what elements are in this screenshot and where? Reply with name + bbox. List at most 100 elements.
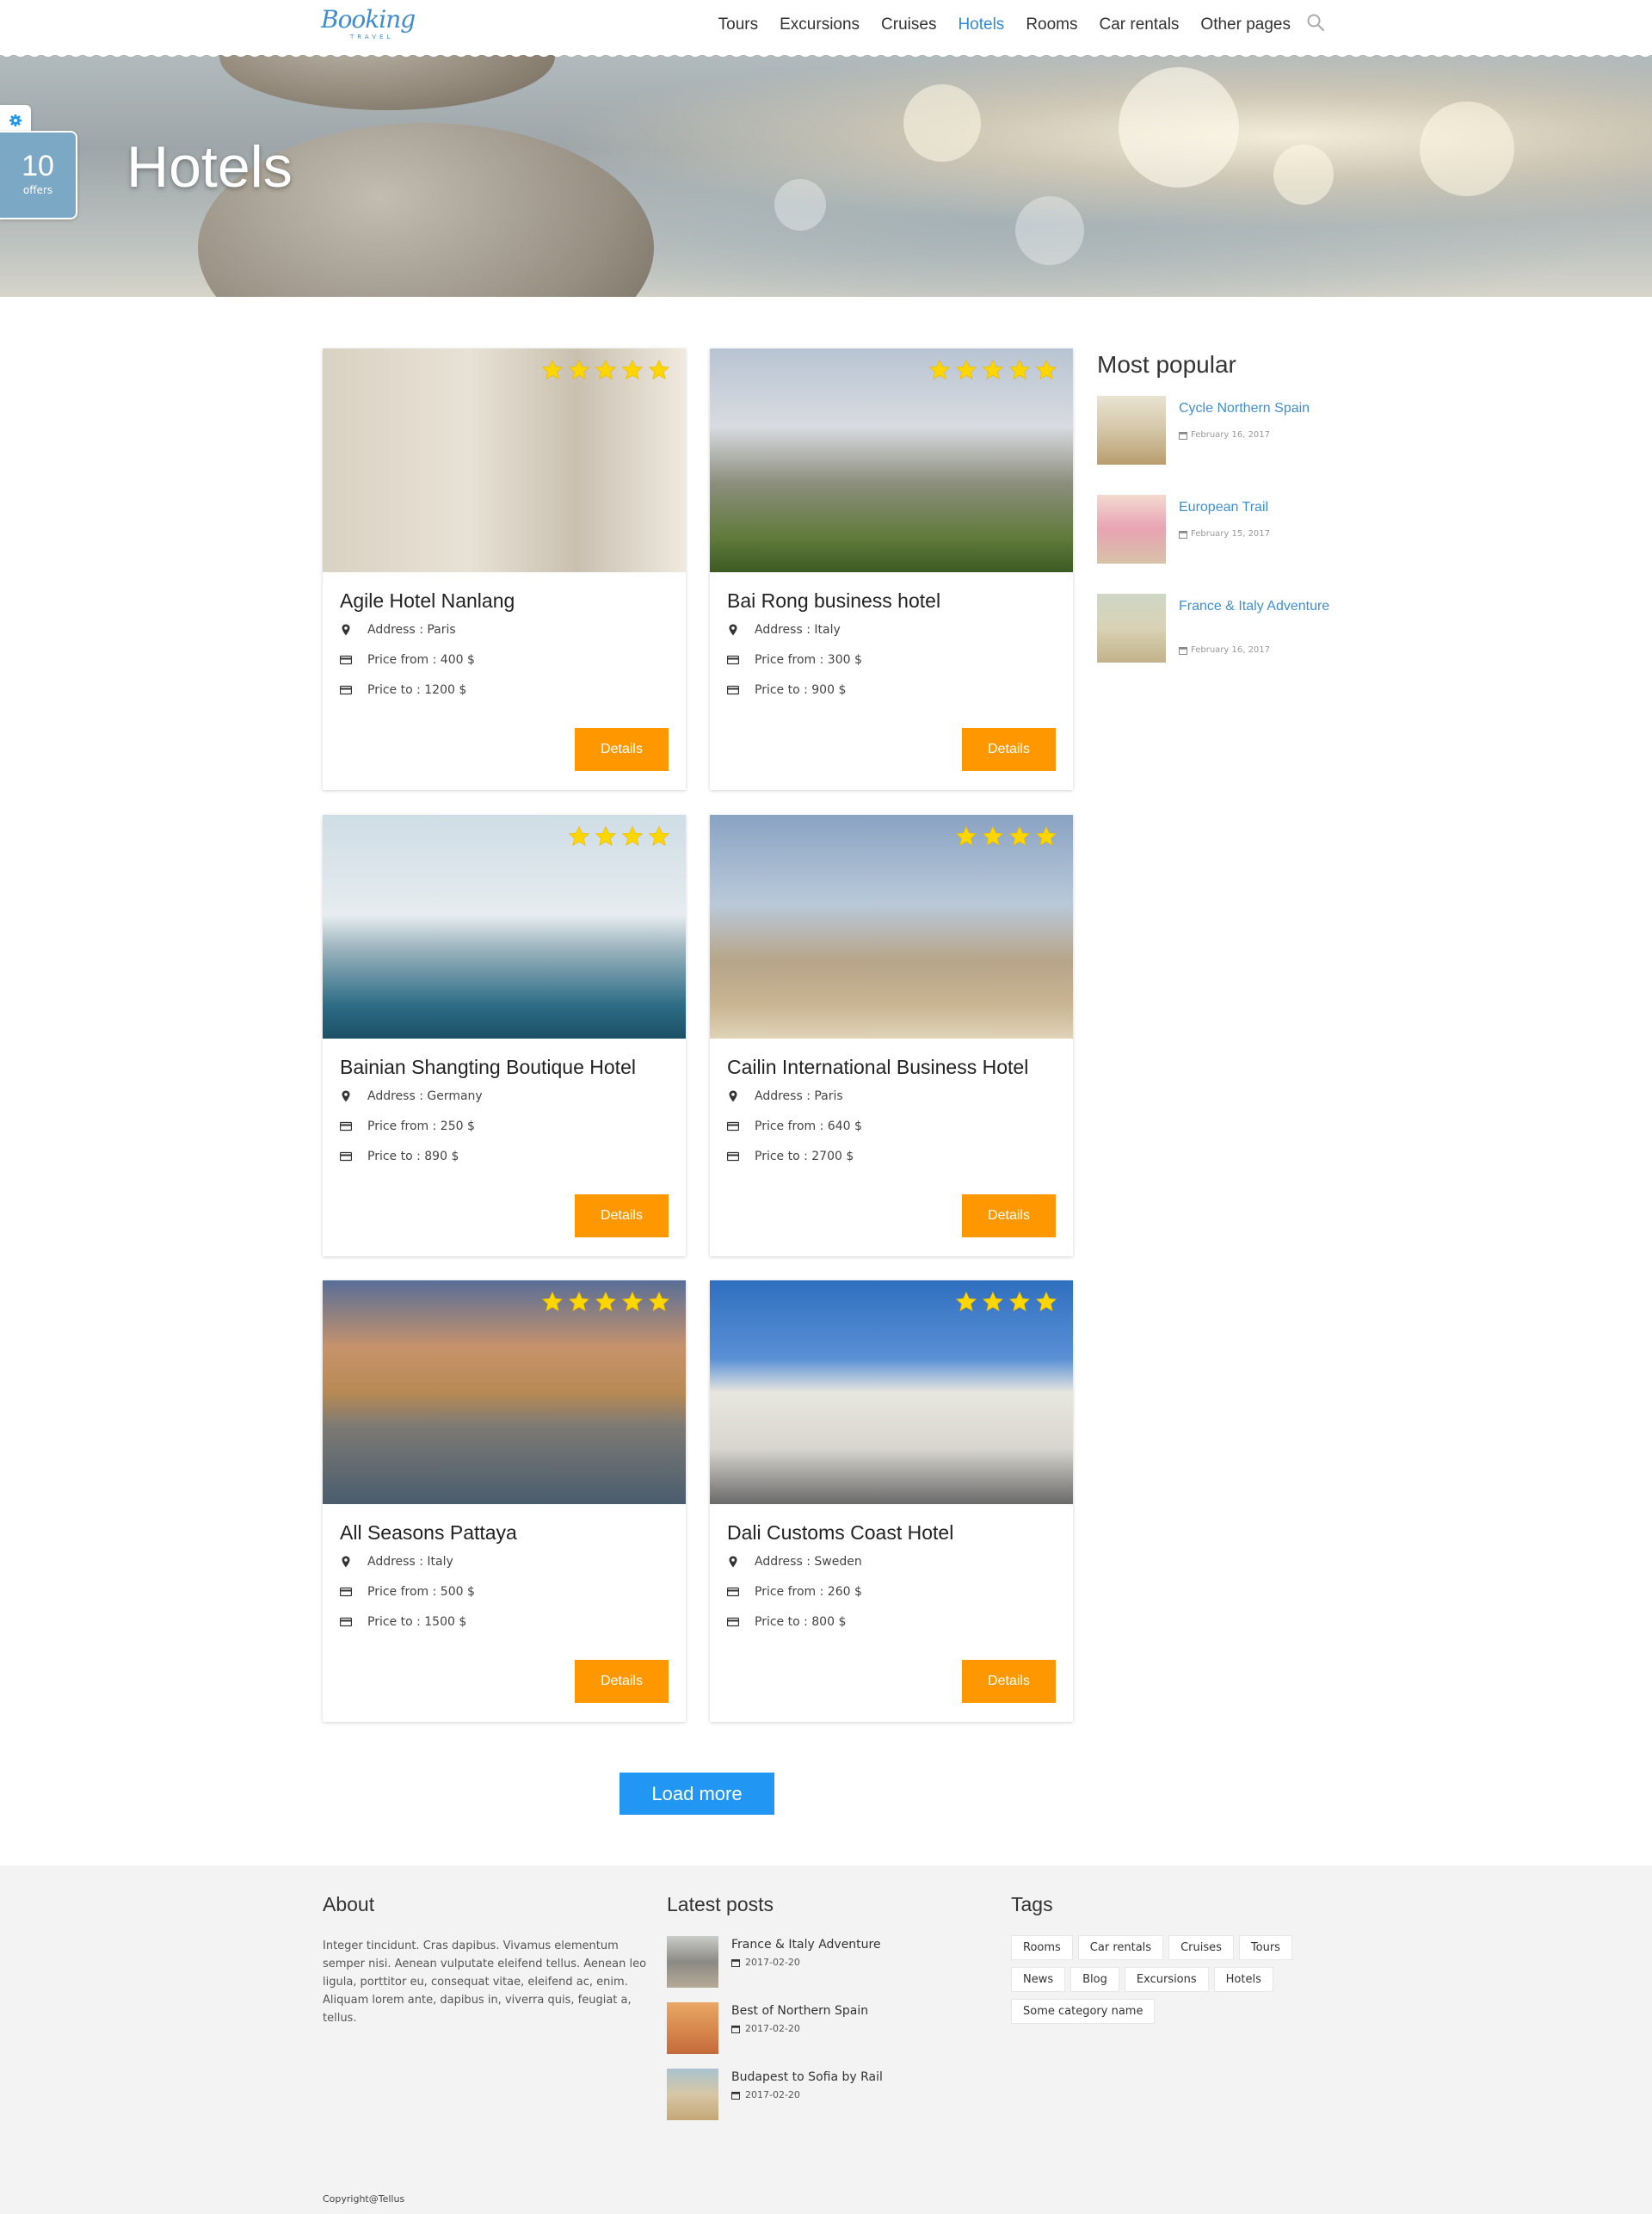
hotel-name[interactable]: Agile Hotel Nanlang	[340, 589, 515, 613]
hotel-price-to: Price to : 800 $	[755, 1615, 847, 1629]
post-title[interactable]: Best of Northern Spain	[731, 2004, 868, 2018]
hotel-price-from: Price from : 500 $	[367, 1585, 475, 1599]
details-button[interactable]: Details	[962, 1660, 1056, 1703]
credit-card-icon	[727, 1617, 739, 1627]
star-icon	[1035, 1291, 1057, 1311]
details-button[interactable]: Details	[962, 728, 1056, 771]
star-rating	[928, 359, 1057, 381]
nav-other-pages[interactable]: Other pages	[1200, 15, 1291, 34]
hotel-address: Address : Italy	[367, 1555, 453, 1569]
popular-date-text: February 15, 2017	[1191, 529, 1271, 539]
credit-card-icon	[727, 685, 739, 695]
popular-thumbnail[interactable]	[1097, 396, 1166, 465]
post-title[interactable]: Budapest to Sofia by Rail	[731, 2070, 883, 2084]
hotel-image[interactable]	[710, 815, 1073, 1039]
nav-cruises[interactable]: Cruises	[881, 15, 936, 34]
credit-card-icon	[340, 655, 352, 665]
details-button[interactable]: Details	[575, 1660, 669, 1703]
hotel-name[interactable]: All Seasons Pattaya	[340, 1521, 517, 1545]
calendar-icon	[1179, 530, 1187, 539]
offers-count: 10	[22, 150, 54, 182]
map-marker-icon	[342, 1556, 350, 1568]
nav-hotels[interactable]: Hotels	[958, 15, 1004, 34]
popular-item: Cycle Northern Spain February 16, 2017	[1097, 396, 1355, 465]
credit-card-icon	[340, 1587, 352, 1597]
post-thumbnail[interactable]	[667, 2069, 718, 2120]
hotel-name[interactable]: Bainian Shangting Boutique Hotel	[340, 1056, 636, 1079]
credit-card-icon	[727, 655, 739, 665]
tag-link[interactable]: Car rentals	[1077, 1935, 1164, 1960]
post-title[interactable]: France & Italy Adventure	[731, 1938, 881, 1952]
hotel-price-from-row: Price from : 250 $	[340, 1119, 475, 1133]
star-icon	[982, 1291, 1004, 1311]
page-title: Hotels	[126, 134, 293, 200]
credit-card-icon	[727, 1121, 739, 1132]
post-thumbnail[interactable]	[667, 1936, 718, 1988]
tag-link[interactable]: Hotels	[1213, 1967, 1273, 1992]
star-icon	[1035, 359, 1057, 379]
load-more-button[interactable]: Load more	[620, 1773, 774, 1815]
popular-thumbnail[interactable]	[1097, 594, 1166, 663]
tag-link[interactable]: Tours	[1238, 1935, 1292, 1960]
tag-link[interactable]: Cruises	[1168, 1935, 1234, 1960]
tag-link[interactable]: Rooms	[1011, 1935, 1073, 1960]
hotel-card: Agile Hotel Nanlang Address : Paris Price …	[323, 348, 686, 790]
hotel-name[interactable]: Bai Rong business hotel	[727, 589, 940, 613]
copyright: Copyright@Tellus	[323, 2193, 405, 2205]
hotel-image[interactable]	[323, 348, 686, 572]
hotel-price-to-row: Price to : 900 $	[727, 683, 846, 697]
hotel-image[interactable]	[710, 348, 1073, 572]
latest-post-item: Budapest to Sofia by Rail 2017-02-20	[667, 2069, 908, 2120]
hotel-address: Address : Italy	[755, 623, 841, 637]
hotel-price-from: Price from : 250 $	[367, 1119, 475, 1133]
tag-link[interactable]: News	[1011, 1967, 1066, 1992]
hotel-name[interactable]: Cailin International Business Hotel	[727, 1056, 1028, 1079]
hotel-image[interactable]	[710, 1280, 1073, 1504]
post-thumbnail[interactable]	[667, 2002, 718, 2054]
site-logo[interactable]: Booking TRAVEL	[321, 5, 416, 43]
popular-title[interactable]: European Trail	[1179, 496, 1342, 518]
star-icon	[982, 825, 1004, 846]
offers-badge[interactable]: 10 offers	[0, 131, 77, 219]
star-icon	[648, 825, 670, 846]
hotel-card: Bai Rong business hotel Address : Italy Pr…	[710, 348, 1073, 790]
site-header: Booking TRAVEL Tours Excursions Cruises …	[0, 0, 1652, 55]
about-text: Integer tincidunt. Cras dapibus. Vivamus…	[323, 1940, 647, 2025]
latest-post-item: Best of Northern Spain 2017-02-20	[667, 2002, 908, 2054]
hotel-price-from: Price from : 400 $	[367, 653, 475, 667]
hotel-image[interactable]	[323, 1280, 686, 1504]
hotel-address-row: Address : Germany	[340, 1089, 483, 1103]
popular-thumbnail[interactable]	[1097, 495, 1166, 564]
tag-link[interactable]: Blog	[1070, 1967, 1119, 1992]
tag-link[interactable]: Some category name	[1011, 1999, 1156, 2024]
hotel-name[interactable]: Dali Customs Coast Hotel	[727, 1521, 953, 1545]
star-icon	[982, 359, 1004, 379]
star-icon	[648, 1291, 670, 1311]
hotel-price-from: Price from : 260 $	[755, 1585, 862, 1599]
hotel-price-from: Price from : 300 $	[755, 653, 862, 667]
tag-link[interactable]: Excursions	[1124, 1967, 1209, 1992]
nav-excursions[interactable]: Excursions	[780, 15, 860, 34]
hotel-address-row: Address : Paris	[340, 623, 456, 637]
star-rating	[955, 1291, 1057, 1313]
hotel-price-to: Price to : 1200 $	[367, 683, 467, 697]
hotel-price-to: Price to : 900 $	[755, 683, 847, 697]
credit-card-icon	[340, 1121, 352, 1132]
nav-car-rentals[interactable]: Car rentals	[1100, 15, 1180, 34]
details-button[interactable]: Details	[575, 728, 669, 771]
star-icon	[568, 825, 590, 846]
star-icon	[955, 825, 977, 846]
nav-rooms[interactable]: Rooms	[1026, 15, 1077, 34]
logo-subtitle: TRAVEL	[350, 34, 394, 40]
details-button[interactable]: Details	[575, 1194, 669, 1237]
popular-title[interactable]: France & Italy Adventure	[1179, 595, 1342, 617]
logo-script: Booking	[321, 5, 416, 34]
post-date-text: 2017-02-20	[745, 2023, 800, 2034]
search-icon[interactable]	[1306, 13, 1325, 32]
hotel-image[interactable]	[323, 815, 686, 1039]
popular-title[interactable]: Cycle Northern Spain	[1179, 398, 1342, 419]
details-button[interactable]: Details	[962, 1194, 1056, 1237]
star-rating	[541, 359, 670, 381]
hotel-address: Address : Germany	[367, 1089, 483, 1103]
nav-tours[interactable]: Tours	[718, 15, 758, 34]
